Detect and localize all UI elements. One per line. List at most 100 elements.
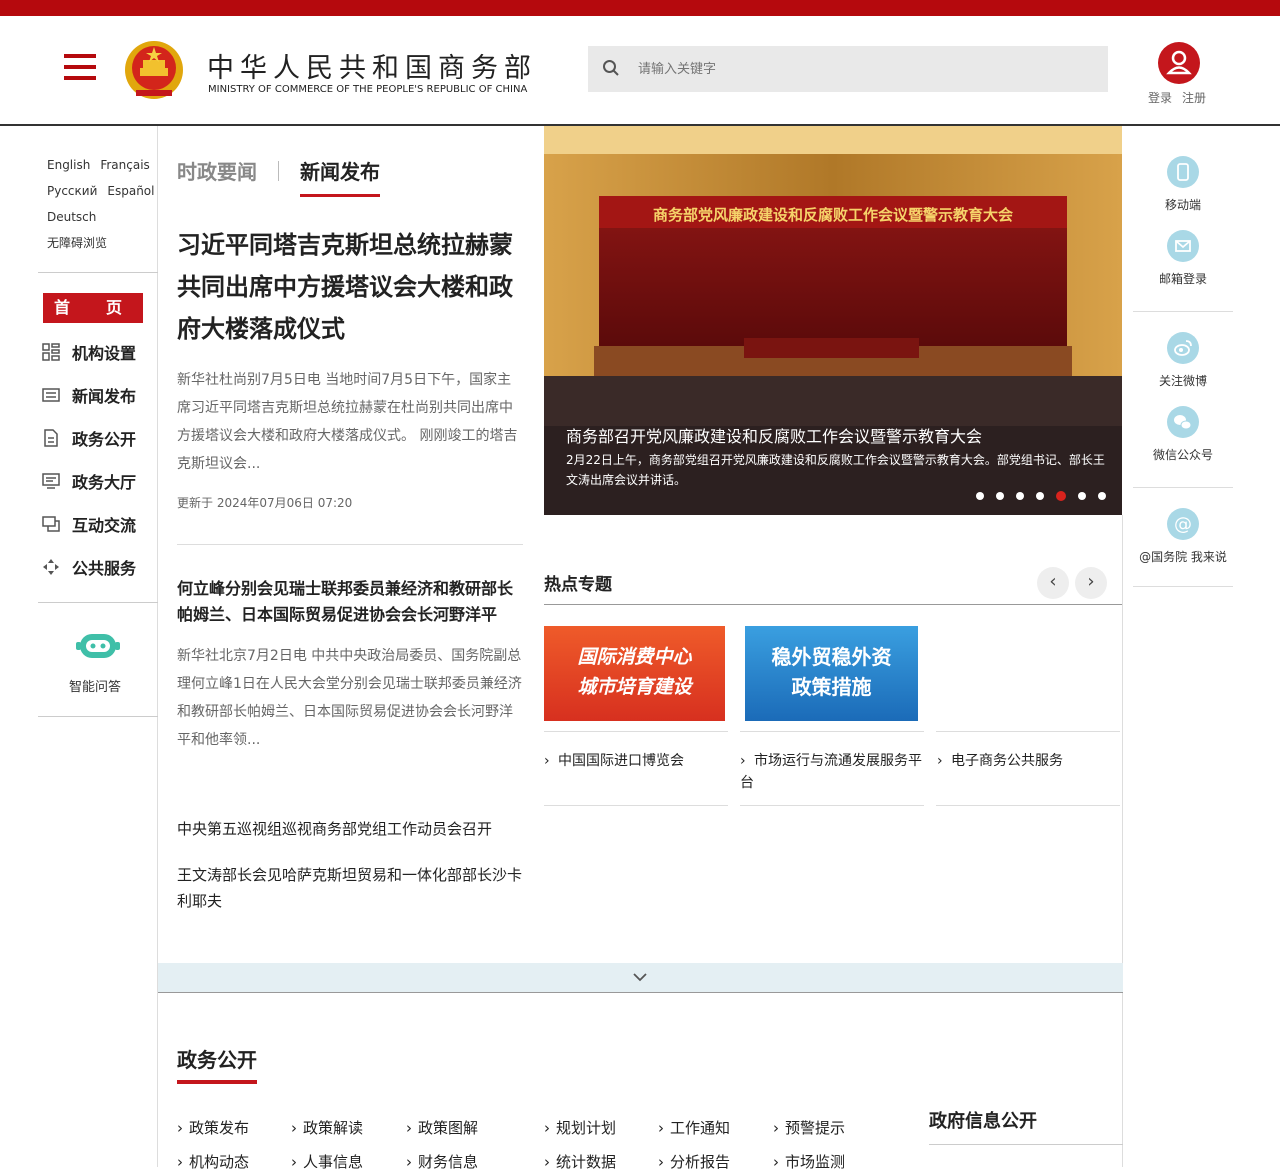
mail-login-link[interactable]: 邮箱登录 — [1133, 230, 1233, 287]
gov-link[interactable]: › 政策图解 — [406, 1117, 478, 1138]
gov-link[interactable]: › 财务信息 — [406, 1151, 478, 1172]
news-icon — [42, 388, 60, 402]
news-title[interactable]: 何立峰分别会见瑞士联邦委员兼经济和教研部长帕姆兰、日本国际贸易促进协会会长河野洋… — [177, 576, 523, 628]
divider — [929, 1144, 1123, 1145]
login-link[interactable]: 登录 — [1148, 91, 1172, 105]
banner-caption: 商务部召开党风廉政建设和反腐败工作会议暨警示教育大会 2月22日上午，商务部党组… — [566, 426, 1106, 490]
nav-item-news[interactable]: 新闻发布 — [42, 382, 136, 408]
chevron-right-icon: › — [406, 1153, 412, 1171]
divider — [740, 805, 924, 806]
nav-item-service[interactable]: 公共服务 — [42, 554, 136, 580]
robot-assistant-icon[interactable] — [76, 630, 120, 664]
topic-link[interactable]: › 电子商务公共服务 — [937, 750, 1117, 772]
svg-text:@: @ — [1174, 514, 1192, 535]
banner-carousel[interactable]: 商务部党风廉政建设和反腐败工作会议暨警示教育大会 商务部召开党风廉政建设和反腐败… — [544, 126, 1122, 515]
national-emblem-icon[interactable] — [122, 38, 186, 102]
gov-link[interactable]: › 预警提示 — [773, 1117, 845, 1138]
nav-item-interaction[interactable]: 互动交流 — [42, 511, 136, 537]
topic-link-label: 中国国际进口博览会 — [558, 753, 684, 769]
nav-item-org[interactable]: 机构设置 — [42, 339, 136, 365]
banner-stage-text: 商务部党风廉政建设和反腐败工作会议暨警示教育大会 — [652, 206, 1013, 224]
gov-link[interactable]: › 机构动态 — [177, 1151, 249, 1172]
chevron-right-icon: › — [740, 753, 746, 769]
search-icon[interactable] — [602, 59, 620, 77]
carousel-dot[interactable] — [1078, 492, 1086, 500]
chevron-right-icon: › — [544, 1153, 550, 1171]
carousel-dot[interactable] — [1098, 492, 1106, 500]
topic-line: 国际消费中心 — [577, 646, 692, 668]
carousel-dot[interactable] — [996, 492, 1004, 500]
topic-banner-trade[interactable]: 稳外贸稳外资 政策措施 — [745, 626, 918, 721]
topic-link[interactable]: › 市场运行与流通发展服务平台 — [740, 750, 924, 794]
gov-info-title[interactable]: 政府信息公开 — [929, 1107, 1037, 1133]
carousel-dot[interactable] — [1016, 492, 1024, 500]
prev-arrow-icon[interactable]: ‹ — [1037, 567, 1069, 599]
nav-item-gov-open[interactable]: 政务公开 — [42, 425, 136, 451]
topic-banner-text: 稳外贸稳外资 政策措施 — [745, 642, 918, 702]
weibo-link[interactable]: 关注微博 — [1133, 332, 1233, 389]
divider — [936, 731, 1120, 732]
chevron-right-icon: › — [937, 753, 943, 769]
lang-german[interactable]: Deutsch — [47, 210, 96, 224]
carousel-dots — [976, 491, 1106, 501]
topic-link[interactable]: › 中国国际进口博览会 — [544, 750, 724, 772]
nav-item-hall[interactable]: 政务大厅 — [42, 468, 136, 494]
topic-banner-consumption[interactable]: 国际消费中心 城市培育建设 — [544, 626, 725, 721]
nav-label: 新闻发布 — [72, 387, 137, 406]
next-arrow-icon[interactable]: › — [1075, 567, 1107, 599]
lang-french[interactable]: Français — [100, 158, 149, 172]
gov-link[interactable]: › 规划计划 — [544, 1117, 616, 1138]
assistant-label[interactable]: 智能问答 — [69, 676, 121, 695]
gov-link[interactable]: › 分析报告 — [658, 1151, 730, 1172]
search-box[interactable] — [588, 46, 1108, 92]
expand-toggle[interactable] — [158, 963, 1123, 993]
lang-spanish[interactable]: Español — [107, 184, 154, 198]
state-council-link[interactable]: @ @国务院 我来说 — [1133, 508, 1233, 565]
divider — [1133, 487, 1233, 488]
carousel-dot[interactable] — [1036, 492, 1044, 500]
chevron-right-icon: › — [291, 1153, 297, 1171]
tab-divider — [278, 161, 279, 181]
banner-caption-title[interactable]: 商务部召开党风廉政建设和反腐败工作会议暨警示教育大会 — [566, 426, 1106, 448]
gov-link-label: 分析报告 — [670, 1153, 731, 1171]
search-input[interactable] — [638, 46, 1088, 92]
wechat-link[interactable]: 微信公众号 — [1133, 406, 1233, 463]
topic-line: 城市培育建设 — [577, 676, 692, 698]
lang-english[interactable]: English — [47, 158, 90, 172]
lang-russian[interactable]: Русский — [47, 184, 97, 198]
divider — [544, 731, 728, 732]
gov-link[interactable]: › 工作通知 — [658, 1117, 730, 1138]
news-link[interactable]: 王文涛部长会见哈萨克斯坦贸易和一体化部部长沙卡利耶夫 — [177, 862, 523, 914]
top-red-bar — [0, 0, 1280, 16]
tab-press-release[interactable]: 新闻发布 — [300, 156, 380, 185]
divider — [38, 716, 158, 717]
user-avatar-icon[interactable] — [1158, 42, 1200, 84]
lead-news-time: 更新于 2024年07月06日 07:20 — [177, 496, 353, 510]
carousel-dot[interactable] — [976, 492, 984, 500]
gov-link[interactable]: › 政策发布 — [177, 1117, 249, 1138]
lead-news-title[interactable]: 习近平同塔吉克斯坦总统拉赫蒙共同出席中方援塔议会大楼和政府大楼落成仪式 — [177, 224, 522, 350]
gov-link-label: 规划计划 — [556, 1119, 617, 1137]
carousel-dot-active[interactable] — [1056, 491, 1066, 501]
gov-link[interactable]: › 人事信息 — [291, 1151, 363, 1172]
right-item-label: 微信公众号 — [1152, 448, 1213, 462]
accessibility-link[interactable]: 无障碍浏览 — [47, 236, 107, 250]
weibo-icon — [1167, 332, 1199, 364]
tab-current-affairs[interactable]: 时政要闻 — [177, 156, 257, 185]
topic-link-label: 市场运行与流通发展服务平台 — [740, 753, 922, 791]
section-title: 政务公开 — [177, 1048, 257, 1072]
divider — [544, 805, 728, 806]
home-button[interactable]: 首 页 — [43, 293, 143, 323]
register-link[interactable]: 注册 — [1182, 91, 1206, 105]
menu-icon[interactable] — [64, 54, 96, 82]
divider — [740, 731, 924, 732]
chevron-right-icon: › — [177, 1153, 183, 1171]
news-link[interactable]: 中央第五巡视组巡视商务部党组工作动员会召开 — [177, 816, 523, 842]
gov-link[interactable]: › 政策解读 — [291, 1117, 363, 1138]
mobile-link[interactable]: 移动端 — [1133, 156, 1233, 213]
gov-link[interactable]: › 统计数据 — [544, 1151, 616, 1172]
at-sign-icon: @ — [1167, 508, 1199, 540]
topic-link-label: 电子商务公共服务 — [951, 753, 1063, 769]
header: 中华人民共和国商务部 MINISTRY OF COMMERCE OF THE P… — [0, 16, 1280, 124]
gov-link[interactable]: › 市场监测 — [773, 1151, 845, 1172]
